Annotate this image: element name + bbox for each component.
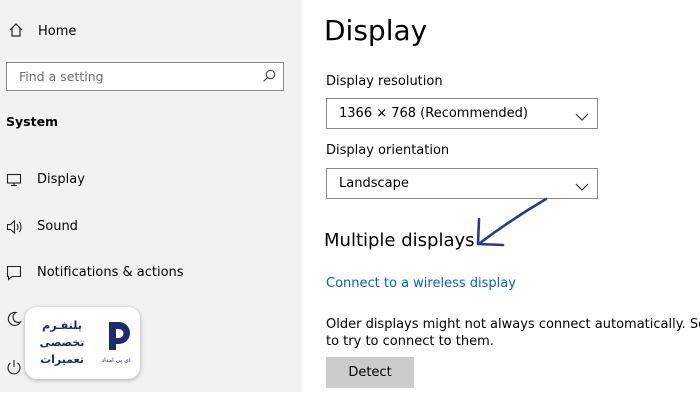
speaker-icon [6, 219, 24, 239]
search-input[interactable]: Find a setting [6, 62, 284, 91]
description-line: Older displays might not always connect … [326, 317, 700, 332]
annotation-arrow-icon [470, 195, 552, 255]
detect-button[interactable]: Detect [326, 357, 414, 388]
chevron-down-icon [575, 108, 589, 127]
resolution-dropdown[interactable]: 1366 × 768 (Recommended) [326, 98, 598, 129]
watermark-line: پلتفـرم [42, 319, 82, 332]
search-placeholder: Find a setting [19, 69, 104, 84]
watermark-subtext: ای پی امداد [101, 357, 131, 364]
watermark-badge: پلتفـرم تخصصی تعمیرات ای پی امداد [25, 307, 140, 379]
sidebar-item-notifications[interactable]: Notifications & actions [6, 262, 296, 284]
sidebar-item-label: Display [37, 172, 85, 187]
watermark-logo-icon [103, 319, 133, 357]
watermark-line: تخصصی [39, 336, 85, 349]
resolution-label: Display resolution [326, 74, 443, 89]
watermark-text: پلتفـرم تخصصی تعمیرات [33, 317, 91, 368]
section-title-system: System [6, 114, 59, 129]
chevron-down-icon [575, 178, 589, 197]
sidebar-item-display[interactable]: Display [6, 169, 296, 191]
power-icon [6, 359, 22, 379]
page-title: Display [324, 14, 428, 47]
sidebar-item-label: Sound [37, 219, 78, 234]
resolution-value: 1366 × 768 (Recommended) [339, 106, 528, 121]
section-title-multiple-displays: Multiple displays [324, 230, 475, 251]
monitor-icon [6, 172, 22, 192]
watermark-line: تعمیرات [40, 353, 84, 366]
description-line: to try to connect to them. [326, 334, 494, 349]
orientation-value: Landscape [339, 176, 409, 191]
sidebar-item-sound[interactable]: Sound [6, 216, 296, 238]
multiple-displays-description: Older displays might not always connect … [326, 316, 700, 350]
orientation-label: Display orientation [326, 143, 450, 158]
search-icon[interactable] [261, 68, 277, 88]
sidebar-item-label: Home [38, 24, 77, 39]
home-icon [8, 22, 24, 42]
wireless-display-link[interactable]: Connect to a wireless display [326, 276, 516, 291]
orientation-dropdown[interactable]: Landscape [326, 168, 598, 199]
notification-icon [6, 265, 22, 285]
sidebar-item-label: Notifications & actions [37, 265, 184, 280]
sidebar-item-home[interactable]: Home [8, 22, 76, 42]
moon-icon [6, 311, 22, 331]
